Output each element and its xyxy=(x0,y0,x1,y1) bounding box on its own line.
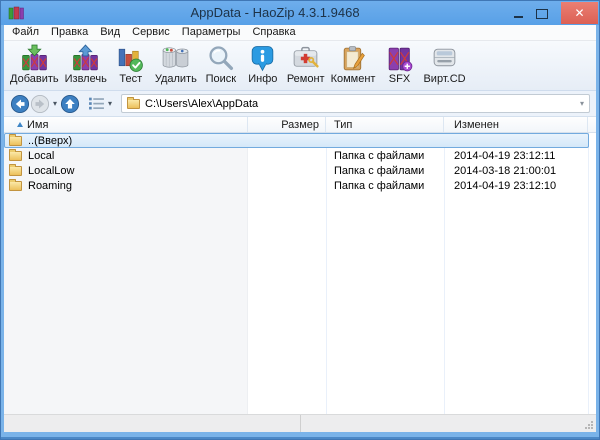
cell-name: LocalLow xyxy=(4,163,248,178)
toolbar-comment-label: Коммент xyxy=(331,73,376,85)
app-frame: Файл Правка Вид Сервис Параметры Справка xyxy=(4,25,596,432)
comment-clipboard-icon xyxy=(339,44,368,73)
statusbar-left-panel xyxy=(4,415,301,432)
cell-name: Local xyxy=(4,148,248,163)
toolbar-add-label: Добавить xyxy=(10,73,59,85)
resize-grip[interactable] xyxy=(584,420,594,430)
cell-name: Roaming xyxy=(4,178,248,193)
address-path[interactable]: C:\Users\Alex\AppData xyxy=(145,98,575,110)
archive-extract-icon xyxy=(71,44,100,73)
minimize-button[interactable] xyxy=(507,2,530,24)
menu-options[interactable]: Параметры xyxy=(176,25,247,40)
file-list[interactable]: ..(Вверх) Local Папка с файлами 2014-04-… xyxy=(4,133,596,414)
table-row-up[interactable]: ..(Вверх) xyxy=(4,133,589,148)
column-header-name-label: Имя xyxy=(27,119,48,131)
cell-name: ..(Вверх) xyxy=(4,133,248,148)
statusbar-right-panel xyxy=(301,415,596,432)
file-name: LocalLow xyxy=(28,165,74,177)
delete-trash-icon xyxy=(161,44,190,73)
column-header-modified[interactable]: Изменен xyxy=(444,117,588,132)
column-header-size[interactable]: Размер xyxy=(248,117,326,132)
toolbar-test-button[interactable]: Тест xyxy=(110,44,152,85)
column-header-modified-label: Изменен xyxy=(454,119,499,131)
column-header-name[interactable]: Имя xyxy=(4,117,248,132)
test-chart-icon xyxy=(116,44,145,73)
search-icon xyxy=(206,44,235,73)
menu-view[interactable]: Вид xyxy=(94,25,126,40)
cell-type: Папка с файлами xyxy=(326,165,444,177)
window-title: AppData - HaoZip 4.3.1.9468 xyxy=(61,5,489,20)
cell-modified: 2014-04-19 23:12:11 xyxy=(444,150,588,162)
folder-icon xyxy=(9,181,22,191)
address-field[interactable]: C:\Users\Alex\AppData ▾ xyxy=(121,94,590,113)
toolbar-info-label: Инфо xyxy=(248,73,277,85)
column-header-size-label: Размер xyxy=(281,119,319,131)
app-icon[interactable] xyxy=(8,5,24,21)
statusbar xyxy=(4,414,596,432)
close-button[interactable]: ✕ xyxy=(561,2,598,24)
folder-icon xyxy=(9,136,22,146)
addressbar: ▾ ▾ C:\Users\Alex\AppData ▾ xyxy=(4,91,596,117)
history-dropdown-icon[interactable]: ▾ xyxy=(50,94,60,114)
toolbar-comment-button[interactable]: Коммент xyxy=(328,44,379,85)
window-controls: ✕ xyxy=(507,2,598,24)
maximize-button[interactable] xyxy=(530,2,553,24)
toolbar-extract-button[interactable]: Извлечь xyxy=(62,44,110,85)
repair-kit-icon xyxy=(291,44,320,73)
titlebar: AppData - HaoZip 4.3.1.9468 ✕ xyxy=(1,1,599,25)
toolbar: Добавить Извлечь xyxy=(4,41,596,91)
menu-tools[interactable]: Сервис xyxy=(126,25,176,40)
toolbar-virtualcd-button[interactable]: Вирт.CD xyxy=(420,44,468,85)
list-header: Имя Размер Тип Изменен xyxy=(4,117,596,133)
file-rows: ..(Вверх) Local Папка с файлами 2014-04-… xyxy=(4,133,596,193)
table-row-roaming[interactable]: Roaming Папка с файлами 2014-04-19 23:12… xyxy=(4,178,589,193)
file-name: Local xyxy=(28,150,54,162)
toolbar-extract-label: Извлечь xyxy=(65,73,107,85)
toolbar-test-label: Тест xyxy=(119,73,142,85)
toolbar-search-label: Поиск xyxy=(206,73,236,85)
menubar: Файл Правка Вид Сервис Параметры Справка xyxy=(4,25,596,41)
info-bubble-icon xyxy=(248,44,277,73)
table-row-local[interactable]: Local Папка с файлами 2014-04-19 23:12:1… xyxy=(4,148,589,163)
forward-button[interactable] xyxy=(30,94,50,114)
toolbar-search-button[interactable]: Поиск xyxy=(200,44,242,85)
column-header-filler xyxy=(588,117,596,132)
virtual-cd-icon xyxy=(430,44,459,73)
table-row-locallow[interactable]: LocalLow Папка с файлами 2014-03-18 21:0… xyxy=(4,163,589,178)
archive-add-icon xyxy=(20,44,49,73)
back-button[interactable] xyxy=(10,94,30,114)
toolbar-add-button[interactable]: Добавить xyxy=(7,44,62,85)
toolbar-delete-label: Удалить xyxy=(155,73,197,85)
haozip-window: AppData - HaoZip 4.3.1.9468 ✕ Файл Правк… xyxy=(0,0,600,440)
file-name: ..(Вверх) xyxy=(28,135,72,147)
file-name: Roaming xyxy=(28,180,72,192)
toolbar-sfx-button[interactable]: SFX xyxy=(378,44,420,85)
menu-edit[interactable]: Правка xyxy=(45,25,94,40)
cell-type: Папка с файлами xyxy=(326,150,444,162)
column-header-type-label: Тип xyxy=(334,119,352,131)
folder-icon xyxy=(9,166,22,176)
folder-icon xyxy=(127,99,140,109)
toolbar-info-button[interactable]: Инфо xyxy=(242,44,284,85)
folder-icon xyxy=(9,151,22,161)
toolbar-delete-button[interactable]: Удалить xyxy=(152,44,200,85)
toolbar-repair-label: Ремонт xyxy=(287,73,325,85)
toolbar-virtualcd-label: Вирт.CD xyxy=(423,73,465,85)
cell-modified: 2014-03-18 21:00:01 xyxy=(444,165,588,177)
cell-type: Папка с файлами xyxy=(326,180,444,192)
view-mode-dropdown-icon[interactable]: ▾ xyxy=(105,94,115,114)
address-dropdown-icon[interactable]: ▾ xyxy=(580,99,584,108)
sfx-archive-icon xyxy=(385,44,414,73)
sort-ascending-icon xyxy=(17,122,23,127)
column-header-type[interactable]: Тип xyxy=(326,117,444,132)
view-mode-button[interactable] xyxy=(88,96,105,111)
cell-modified: 2014-04-19 23:12:10 xyxy=(444,180,588,192)
toolbar-repair-button[interactable]: Ремонт xyxy=(284,44,328,85)
up-button[interactable] xyxy=(60,94,80,114)
menu-help[interactable]: Справка xyxy=(246,25,301,40)
toolbar-sfx-label: SFX xyxy=(389,73,410,85)
menu-file[interactable]: Файл xyxy=(6,25,45,40)
